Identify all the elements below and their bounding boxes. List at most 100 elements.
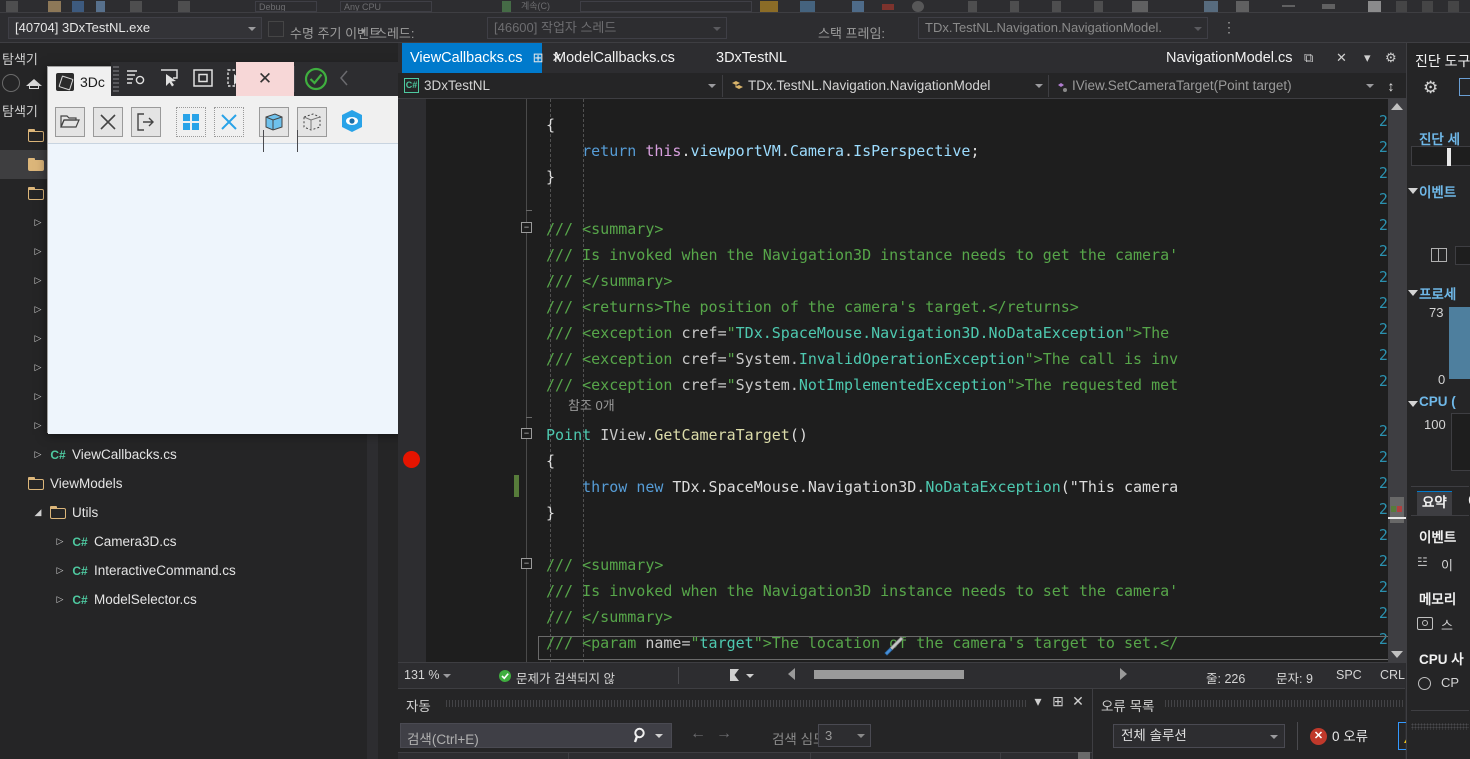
- stop-icon[interactable]: [882, 4, 894, 10]
- code-line[interactable]: /// Is invoked when the Navigation3D ins…: [546, 578, 1178, 604]
- hscroll-right-icon[interactable]: [1120, 668, 1127, 680]
- editor-tab-viewcallbacks-cs[interactable]: ViewCallbacks.cs ⊞ ✕: [402, 43, 562, 73]
- undo-icon[interactable]: [6, 1, 18, 12]
- chevron-right-icon[interactable]: ▷: [32, 411, 44, 440]
- code-line[interactable]: return this.viewportVM.Camera.IsPerspect…: [546, 138, 979, 164]
- autos-close-button[interactable]: ✕: [1070, 693, 1086, 710]
- grid-button[interactable]: [176, 107, 206, 137]
- chevron-right-icon[interactable]: ▷: [32, 237, 44, 266]
- code-line[interactable]: throw new TDx.SpaceMouse.Navigation3D.No…: [546, 474, 1178, 500]
- start-label[interactable]: 계속(C): [518, 1, 570, 12]
- chart-icon[interactable]: [800, 1, 815, 12]
- restore-icon[interactable]: ⧉: [1304, 50, 1313, 66]
- lifecycle-events-label[interactable]: 수명 주기 이벤트: [290, 23, 381, 42]
- floating-toolbar-close-button[interactable]: ✕: [236, 62, 294, 96]
- events-section-chevron-icon[interactable]: [1408, 188, 1418, 194]
- code-line[interactable]: Point IView.GetCameraTarget(): [546, 422, 808, 448]
- chevron-right-icon[interactable]: ▷: [32, 295, 44, 324]
- chevron-down-icon-3[interactable]: [1366, 84, 1374, 88]
- code-line[interactable]: }: [546, 164, 555, 190]
- 3dx-test-window[interactable]: 3Dc: [47, 66, 406, 434]
- code-line[interactable]: /// <exception cref="System.InvalidOpera…: [546, 346, 1178, 372]
- code-line[interactable]: /// <returns>The position of the camera'…: [546, 294, 1079, 320]
- chevron-right-icon[interactable]: ▷: [54, 556, 66, 585]
- thread-combo[interactable]: [46600] 작업자 스레드: [487, 17, 727, 39]
- step-into-icon[interactable]: [1010, 1, 1019, 12]
- code-line[interactable]: /// <summary>: [546, 552, 663, 578]
- code-line[interactable]: /// <exception cref="TDx.SpaceMouse.Navi…: [546, 320, 1169, 346]
- platform-combo[interactable]: Any CPU: [340, 1, 432, 12]
- tree-item-viewmodels[interactable]: ViewModels: [0, 469, 398, 498]
- diagnostics-select-button[interactable]: [1459, 78, 1470, 96]
- chevron-down-icon[interactable]: [708, 84, 716, 88]
- editor-vertical-scrollbar[interactable]: [1388, 99, 1406, 662]
- code-line[interactable]: /// <exception cref="System.NotImplement…: [546, 372, 1178, 398]
- bookmark-filled-icon[interactable]: [1368, 1, 1381, 12]
- code-line[interactable]: /// </summary>: [546, 268, 672, 294]
- scroll-down-icon[interactable]: [1391, 651, 1403, 658]
- timeline-marker[interactable]: [1447, 148, 1451, 166]
- cpu-summary-sub[interactable]: CP: [1441, 675, 1459, 690]
- search-depth-combo[interactable]: 3: [818, 724, 871, 747]
- events-summary-sub[interactable]: 이: [1441, 555, 1453, 574]
- gear-icon[interactable]: ⚙: [1385, 50, 1397, 66]
- search-highlight-icon[interactable]: [760, 1, 778, 12]
- zoom-level-combo[interactable]: 131 %: [404, 666, 453, 685]
- chevron-right-icon[interactable]: ▷: [32, 324, 44, 353]
- chevron-right-icon[interactable]: ▷: [32, 353, 44, 382]
- scroll-up-icon[interactable]: [1391, 103, 1403, 110]
- quick-actions-icon[interactable]: [881, 635, 905, 657]
- toolbar-grip[interactable]: [113, 66, 119, 92]
- code-line[interactable]: /// <summary>: [546, 216, 663, 242]
- editor-tab-modelcallbacks-cs[interactable]: ModelCallbacks.cs: [546, 43, 701, 73]
- cpu-section-chevron-icon[interactable]: [1408, 401, 1418, 407]
- tab-pin-icon[interactable]: ⊞: [533, 50, 544, 65]
- tree-item-interactivecommand-cs[interactable]: ▷ C# InteractiveCommand.cs: [0, 556, 398, 585]
- flag-outline-icon[interactable]: [772, 21, 788, 37]
- step-over-icon[interactable]: [968, 1, 977, 12]
- code-line[interactable]: {: [546, 448, 555, 474]
- step-icon[interactable]: [1094, 1, 1103, 12]
- stack-frame-combo[interactable]: TDx.TestNL.Navigation.NavigationModel.: [918, 17, 1208, 39]
- split-view-icon[interactable]: ↕: [1382, 77, 1400, 95]
- search-options-chevron-icon[interactable]: [655, 734, 663, 738]
- box-dashed-button[interactable]: [297, 107, 327, 137]
- external-code-icon[interactable]: [796, 21, 812, 37]
- select-pointer-icon[interactable]: [157, 66, 183, 92]
- bookmark-icon-2[interactable]: [1422, 1, 1433, 12]
- code-line[interactable]: }: [546, 500, 555, 526]
- threads-icon[interactable]: [1132, 1, 1148, 12]
- open-folder-button[interactable]: [55, 107, 85, 137]
- equals-icon[interactable]: [1322, 4, 1335, 9]
- tree-item-viewcallbacks-cs[interactable]: ▷ C# ViewCallbacks.cs: [0, 440, 398, 469]
- eye-button[interactable]: [338, 107, 368, 137]
- new-file-icon[interactable]: [96, 1, 105, 12]
- search-prev-button[interactable]: ←: [690, 725, 706, 743]
- fold-collapse-icon[interactable]: −: [521, 222, 532, 233]
- chevron-right-icon[interactable]: ▷: [54, 527, 66, 556]
- columns-icon[interactable]: [852, 1, 864, 12]
- breakpoint-marker[interactable]: [403, 451, 420, 468]
- timeline-track[interactable]: [1411, 146, 1470, 166]
- prev-icon[interactable]: [333, 66, 359, 92]
- step-into-specific-icon[interactable]: [123, 66, 149, 92]
- close-icon[interactable]: ✕: [1336, 50, 1347, 66]
- autos-pin-button[interactable]: ⊞: [1050, 693, 1066, 710]
- chevron-right-icon[interactable]: ▷: [54, 585, 66, 614]
- back-icon[interactable]: [2, 74, 20, 92]
- chevron-down-icon-status[interactable]: [746, 674, 754, 678]
- autos-grid-divider-2[interactable]: [810, 752, 811, 759]
- fold-collapse-icon[interactable]: −: [521, 428, 532, 439]
- clear-grid-button[interactable]: [214, 107, 244, 137]
- minus-icon[interactable]: [1282, 5, 1295, 7]
- editor-tab-3dxtestnl[interactable]: 3DxTestNL: [708, 43, 818, 73]
- chevron-right-icon[interactable]: ▷: [32, 440, 44, 469]
- autos-grid-divider-3[interactable]: [1000, 752, 1001, 759]
- check-circle-icon[interactable]: [303, 66, 329, 92]
- frame-icon[interactable]: [191, 66, 217, 92]
- chevron-down-icon-2[interactable]: [1035, 84, 1043, 88]
- code-line[interactable]: /// Is invoked when the Navigation3D ins…: [546, 242, 1178, 268]
- breadcrumb-class[interactable]: TDx.TestNL.Navigation.NavigationModel: [748, 73, 1030, 98]
- startup-project-combo[interactable]: [580, 1, 752, 12]
- home-icon[interactable]: [26, 75, 42, 89]
